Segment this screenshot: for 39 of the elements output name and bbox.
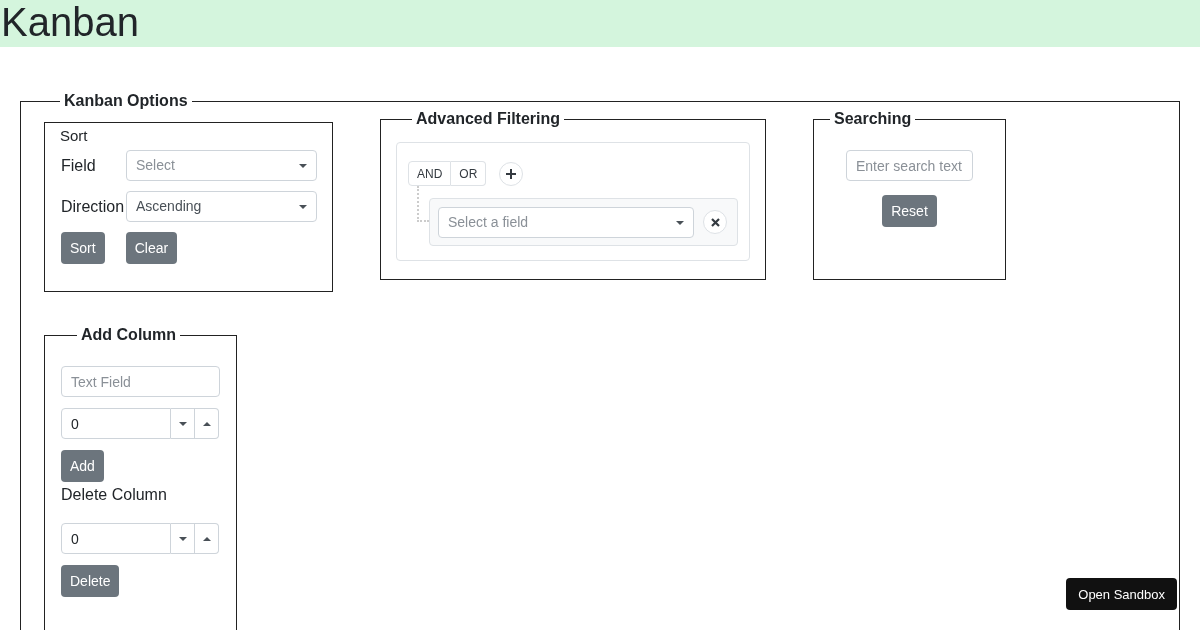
section-label: Delete Column bbox=[61, 486, 168, 504]
caret-down-icon bbox=[178, 536, 187, 541]
text-field[interactable]: Text Field bbox=[61, 366, 220, 397]
decrement-button[interactable] bbox=[171, 408, 195, 439]
reset-button[interactable]: Reset bbox=[882, 195, 937, 227]
search-field[interactable]: Enter search text bbox=[846, 150, 973, 181]
panel-legend: Searching bbox=[830, 110, 916, 128]
plus-icon bbox=[506, 168, 517, 179]
caret-icon bbox=[299, 164, 307, 168]
dropdown-field[interactable]: Ascending bbox=[126, 191, 317, 222]
caret-icon bbox=[299, 205, 307, 209]
decrement-button[interactable] bbox=[171, 523, 195, 554]
add-rule-button[interactable] bbox=[499, 161, 524, 186]
panel-legend: Add Column bbox=[77, 326, 181, 344]
sort-title: Sort bbox=[60, 127, 89, 144]
field-label: Field bbox=[61, 156, 97, 175]
panel-legend: Kanban Options bbox=[60, 92, 192, 110]
remove-rule-button[interactable] bbox=[703, 210, 727, 234]
field-label: Direction bbox=[61, 197, 126, 216]
open-sandbox-button[interactable]: Open Sandbox bbox=[1066, 578, 1177, 610]
caret-icon bbox=[676, 220, 684, 225]
number-field[interactable]: 0 bbox=[61, 523, 171, 554]
number-field[interactable]: 0 bbox=[61, 408, 171, 439]
page-title: Kanban bbox=[0, 0, 140, 45]
dropdown-field[interactable]: Select a field bbox=[438, 206, 694, 238]
increment-button[interactable] bbox=[195, 523, 219, 554]
action-button[interactable]: Sort bbox=[61, 232, 105, 264]
panel-legend: Advanced Filtering bbox=[412, 110, 565, 128]
action-button[interactable]: Clear bbox=[125, 232, 178, 264]
increment-button[interactable] bbox=[195, 408, 219, 439]
add-button[interactable]: Add bbox=[61, 450, 104, 482]
caret-down-icon bbox=[178, 421, 187, 426]
operator-toggle[interactable]: AND bbox=[408, 161, 452, 186]
close-icon bbox=[710, 217, 720, 227]
operator-toggle[interactable]: OR bbox=[451, 161, 487, 186]
delete-button[interactable]: Delete bbox=[61, 565, 120, 597]
dropdown-field[interactable]: Select bbox=[126, 150, 317, 181]
caret-up-icon bbox=[202, 536, 211, 541]
caret-up-icon bbox=[202, 421, 211, 426]
